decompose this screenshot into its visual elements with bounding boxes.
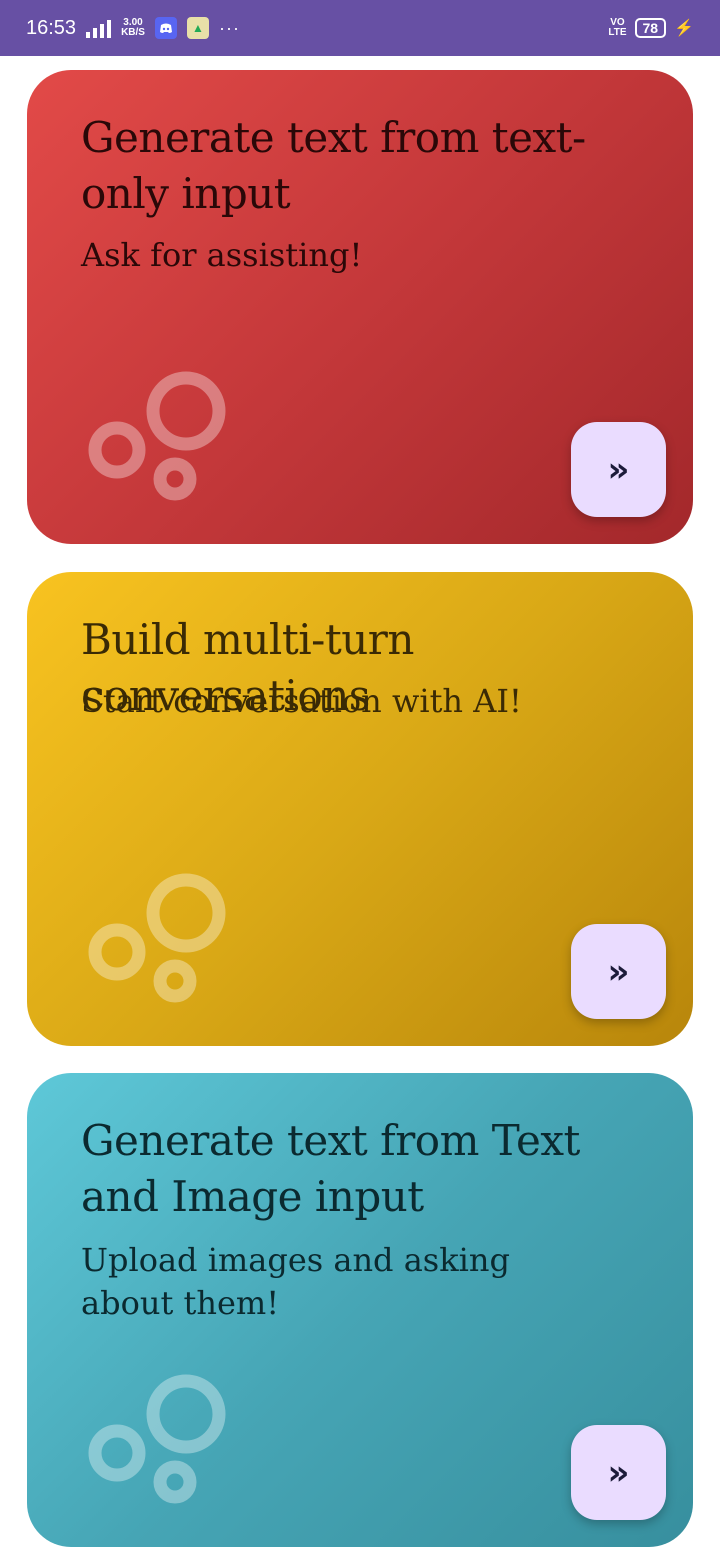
card-subtitle: Ask for assisting! [81,236,363,274]
double-chevron-right-icon: » [607,951,630,992]
card-multi-turn[interactable]: Build multi-turn conversations Start con… [27,572,693,1046]
charging-icon: ⚡ [674,20,694,37]
bubbles-icon [88,873,226,1003]
bubbles-icon [88,1374,226,1504]
card-subtitle: Start conversation with AI! [81,682,522,720]
open-image-input-button[interactable]: » [571,1425,666,1520]
network-speed: 3.00 KB/S [121,18,145,38]
bubbles-icon [88,371,226,501]
card-text-only[interactable]: Generate text from text-only input Ask f… [27,70,693,544]
double-chevron-right-icon: » [607,1452,630,1493]
more-notifications-icon: ··· [218,17,240,38]
signal-icon [86,18,112,38]
open-conversation-button[interactable]: » [571,924,666,1019]
card-subtitle: Upload images and asking about them! [81,1241,510,1322]
card-title: Generate text from Text and Image input [81,1116,580,1221]
status-left: 16:53 3.00 KB/S ▲ ··· [26,0,240,56]
card-title: Generate text from text-only input [81,113,586,218]
card-text-image[interactable]: Generate text from Text and Image input … [27,1073,693,1547]
status-time: 16:53 [26,16,77,39]
speed-unit: KB/S [121,27,145,38]
battery-indicator: 78 [634,18,667,38]
status-right: VO LTE 78 ⚡ [608,0,694,56]
notification-app-icon: ▲ [186,17,209,39]
volte-indicator: VO LTE [608,17,627,38]
discord-icon [154,17,177,39]
open-text-only-button[interactable]: » [571,422,666,517]
status-bar: 16:53 3.00 KB/S ▲ ··· VO LTE 78 ⚡ [0,0,720,56]
double-chevron-right-icon: » [607,449,630,490]
